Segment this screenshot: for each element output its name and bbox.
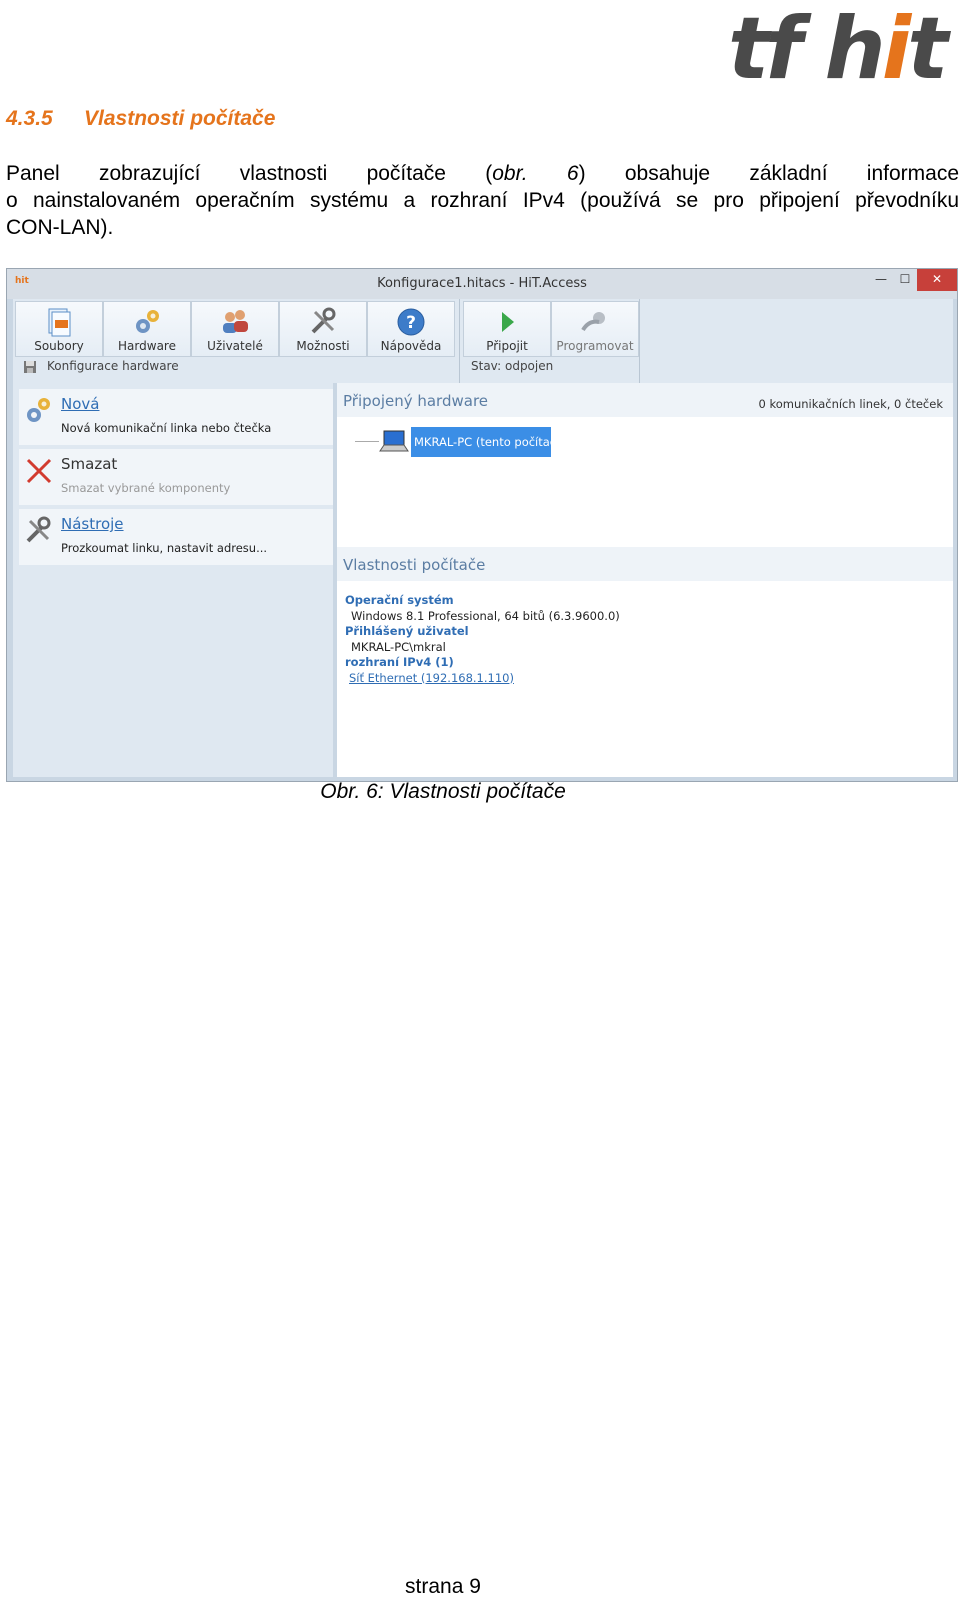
section-heading: 4.3.5 Vlastnosti počítače bbox=[6, 107, 275, 131]
ipv4-label: rozhraní IPv4 (1) bbox=[345, 655, 454, 669]
help-icon: ? bbox=[397, 308, 425, 336]
section-title: Vlastnosti počítače bbox=[84, 107, 276, 130]
paragraph-line-3: CON-LAN). bbox=[6, 216, 114, 239]
tools-icon bbox=[26, 516, 51, 543]
sidebar-item-desc: Nová komunikační linka nebo čtečka bbox=[61, 421, 272, 435]
window-titlebar: hit Konfigurace1.hitacs - HiT.Access — ☐… bbox=[7, 269, 957, 299]
delete-x-icon bbox=[26, 458, 52, 484]
svg-text:?: ? bbox=[406, 313, 416, 333]
sidebar-item-desc: Prozkoumat linku, nastavit adresu... bbox=[61, 541, 268, 555]
sidebar-item-title[interactable]: Nástroje bbox=[61, 515, 124, 533]
figure-caption: Obr. 6: Vlastnosti počítače bbox=[320, 780, 566, 803]
toolbar-label: Uživatelé bbox=[207, 339, 263, 353]
minimize-button[interactable]: — bbox=[869, 269, 893, 291]
os-label: Operační systém bbox=[345, 593, 454, 607]
window-title: Konfigurace1.hitacs - HiT.Access bbox=[377, 276, 587, 291]
sidebar-item-title: Smazat bbox=[61, 455, 118, 473]
user-label: Přihlášený uživatel bbox=[345, 624, 469, 638]
toolbar-label: Hardware bbox=[118, 339, 176, 353]
tf-hit-logo: tf hit bbox=[728, 6, 954, 86]
tools-icon bbox=[311, 307, 336, 334]
ipv4-link[interactable]: Síť Ethernet (192.168.1.110) bbox=[345, 671, 620, 687]
svg-text:tf hit: tf hit bbox=[728, 6, 951, 86]
sidebar-item-desc: Smazat vybrané komponenty bbox=[61, 481, 231, 495]
sidebar-item-title[interactable]: Nová bbox=[61, 395, 99, 413]
sidebar-item-smazat[interactable]: Smazat Smazat vybrané komponenty bbox=[19, 449, 333, 505]
app-window-screenshot: hit Konfigurace1.hitacs - HiT.Access — ☐… bbox=[6, 268, 958, 782]
toolbar-label: Nápověda bbox=[380, 339, 442, 353]
computer-properties-header: Vlastnosti počítače bbox=[337, 547, 953, 581]
connected-count: 0 komunikačních linek, 0 čteček bbox=[758, 397, 943, 411]
os-value: Windows 8.1 Professional, 64 bitů (6.3.9… bbox=[351, 608, 620, 623]
toolbar-button-uzivatele[interactable]: Uživatelé bbox=[191, 301, 279, 357]
paragraph-line-1: Panel zobrazující vlastnosti počítače (o… bbox=[6, 162, 960, 185]
group-label-konfigurace: Konfigurace hardware bbox=[47, 359, 179, 373]
toolbar-label: Soubory bbox=[34, 339, 84, 353]
figure-reference: obr. 6 bbox=[492, 162, 579, 185]
computer-properties-title: Vlastnosti počítače bbox=[343, 556, 486, 574]
play-icon bbox=[502, 312, 514, 332]
computer-properties-list: Operační systém Windows 8.1 Professional… bbox=[345, 593, 620, 686]
main-panel: Připojený hardware 0 komunikačních linek… bbox=[337, 383, 953, 777]
laptop-icon bbox=[379, 430, 409, 452]
save-icon bbox=[24, 361, 36, 373]
file-hit-icon bbox=[48, 308, 71, 337]
toolbar-button-programovat[interactable]: Programovat bbox=[551, 301, 639, 357]
sidebar: Nová Nová komunikační linka nebo čtečka … bbox=[13, 383, 333, 777]
toolbar-button-hardware[interactable]: Hardware bbox=[103, 301, 191, 357]
toolbar-group-divider bbox=[639, 299, 640, 383]
toolbar-label: Připojit bbox=[486, 339, 528, 353]
user-value: MKRAL-PC\mkral bbox=[351, 639, 446, 654]
tree-connector bbox=[355, 441, 379, 442]
toolbar-button-pripojit[interactable]: Připojit bbox=[463, 301, 551, 357]
connected-hardware-header: Připojený hardware 0 komunikačních linek… bbox=[337, 383, 953, 417]
gears-icon bbox=[136, 310, 159, 333]
section-number: 4.3.5 bbox=[6, 107, 53, 130]
toolbar-label: Možnosti bbox=[296, 339, 350, 353]
page-number: strana 9 bbox=[405, 1575, 481, 1598]
gears-icon bbox=[27, 398, 50, 422]
close-button[interactable]: ✕ bbox=[917, 269, 957, 291]
toolbar-ribbon: Soubory Hardware Uživatelé Možnosti ? Ná… bbox=[13, 299, 953, 383]
maximize-button[interactable]: ☐ bbox=[893, 269, 917, 291]
connected-hardware-title: Připojený hardware bbox=[343, 392, 489, 410]
sidebar-item-nastroje[interactable]: Nástroje Prozkoumat linku, nastavit adre… bbox=[19, 509, 333, 565]
program-icon bbox=[581, 312, 605, 332]
connection-status: Stav: odpojen bbox=[471, 359, 554, 373]
toolbar-group-divider bbox=[459, 299, 460, 383]
paragraph-line-2: o nainstalovaném operačním systému a roz… bbox=[6, 189, 959, 212]
sidebar-item-nova[interactable]: Nová Nová komunikační linka nebo čtečka bbox=[19, 389, 333, 445]
toolbar-button-moznosti[interactable]: Možnosti bbox=[279, 301, 367, 357]
body-paragraph: Panel zobrazující vlastnosti počítače (o… bbox=[6, 160, 959, 241]
selected-device-label[interactable]: MKRAL-PC (tento počítač) bbox=[411, 427, 561, 457]
toolbar-button-soubory[interactable]: Soubory bbox=[15, 301, 103, 357]
toolbar-button-napoveda[interactable]: ? Nápověda bbox=[367, 301, 455, 357]
users-icon bbox=[223, 310, 248, 333]
toolbar-label: Programovat bbox=[556, 339, 634, 353]
